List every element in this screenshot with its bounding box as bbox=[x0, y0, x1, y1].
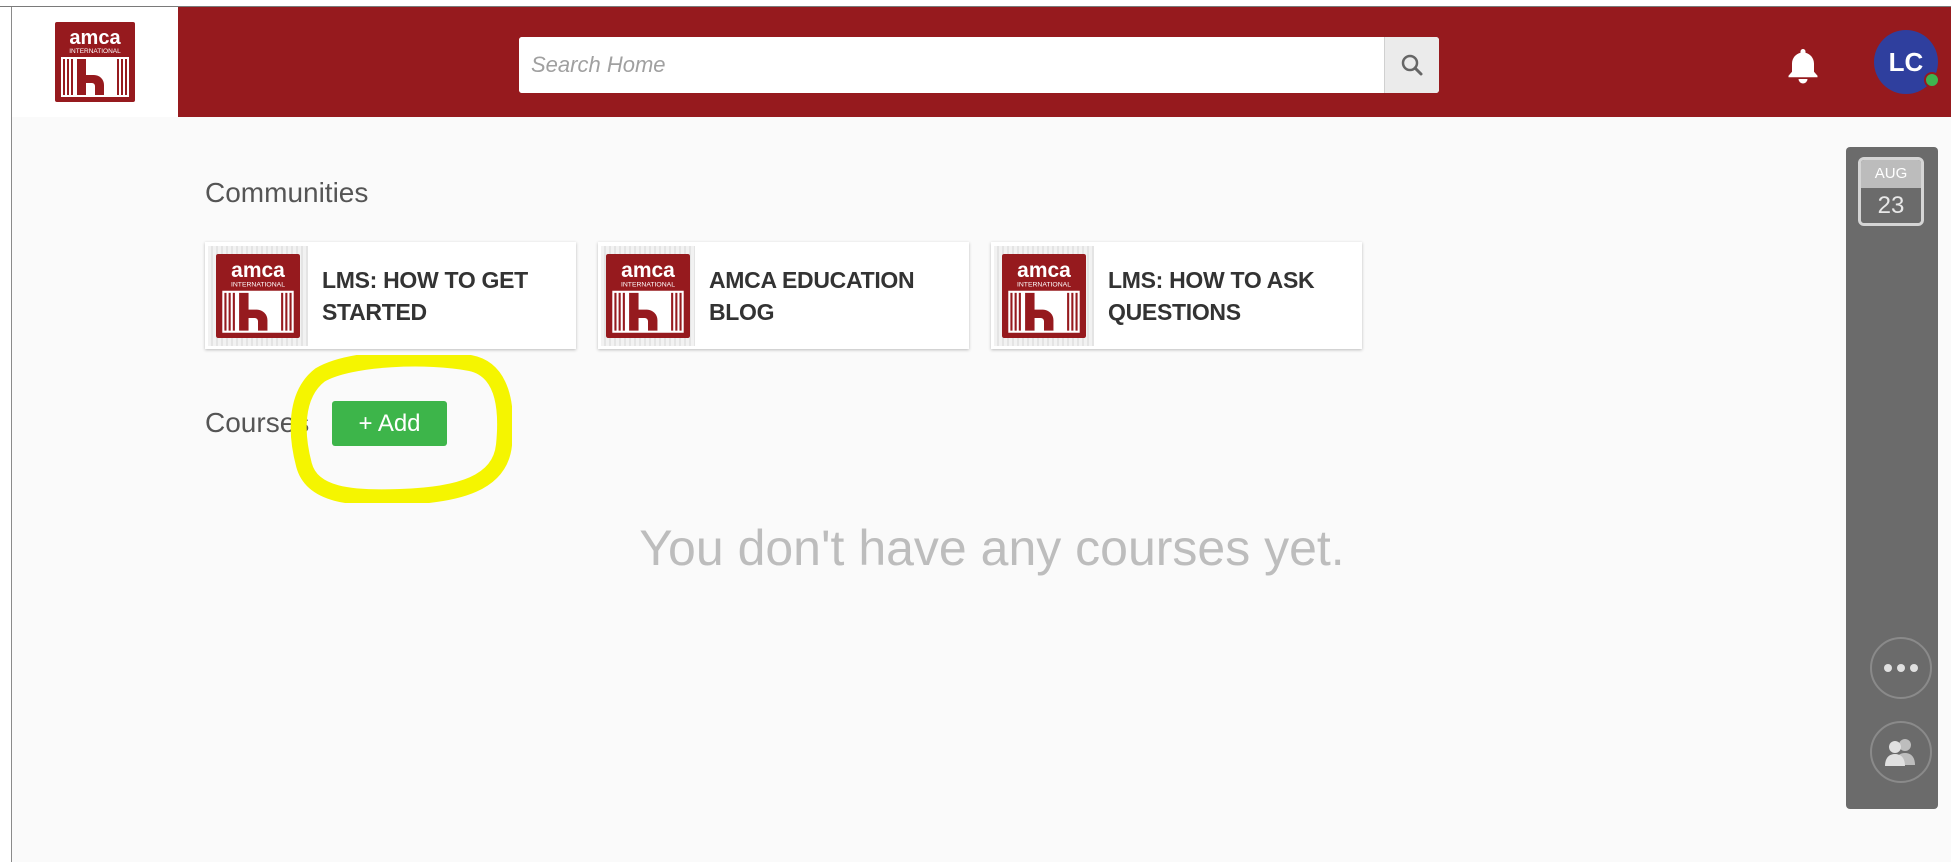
amca-logo-icon: amca INTERNATIONAL bbox=[605, 253, 690, 338]
calendar-day: 23 bbox=[1861, 188, 1921, 223]
courses-heading: Courses bbox=[205, 407, 310, 438]
community-thumbnail: amca INTERNATIONAL bbox=[994, 245, 1094, 346]
label-line: AMCA EDUCATION BLOG bbox=[708, 266, 915, 325]
community-card-lms-ask-questions[interactable]: amca INTERNATIONAL LMS: HOW TO ASK QUEST… bbox=[991, 242, 1362, 349]
logo-text-sub: INTERNATIONAL bbox=[1017, 281, 1071, 288]
community-card-education-blog[interactable]: amca INTERNATIONAL AMCA EDUCATION BLOG bbox=[598, 242, 969, 349]
label-line: QUESTIONS bbox=[1108, 298, 1241, 325]
search-icon bbox=[1401, 54, 1423, 76]
community-card-label: AMCA EDUCATION BLOG bbox=[709, 264, 969, 328]
search-bar bbox=[519, 37, 1439, 93]
window-left-border bbox=[0, 7, 12, 862]
logo-text-sub: INTERNATIONAL bbox=[621, 281, 675, 288]
community-thumbnail: amca INTERNATIONAL bbox=[601, 245, 695, 346]
search-input[interactable] bbox=[519, 37, 1384, 93]
logo-text-main: amca bbox=[69, 27, 121, 49]
add-course-button[interactable]: + Add bbox=[332, 401, 447, 446]
communities-heading: Communities bbox=[205, 177, 369, 208]
user-initials: LC bbox=[1888, 46, 1924, 77]
top-header: amca INTERNATIONAL Search Home LC bbox=[12, 7, 1951, 117]
user-avatar[interactable]: LC bbox=[1874, 30, 1940, 94]
label-line: LMS: HOW TO GET bbox=[322, 266, 528, 293]
people-button[interactable] bbox=[1870, 721, 1932, 783]
window-top-border bbox=[0, 0, 1951, 7]
home-logo-link[interactable]: amca INTERNATIONAL bbox=[12, 7, 178, 117]
amca-logo-icon: amca INTERNATIONAL bbox=[1002, 253, 1086, 338]
community-thumbnail: amca INTERNATIONAL bbox=[208, 245, 308, 346]
right-side-rail bbox=[1846, 147, 1938, 809]
online-status-indicator bbox=[1924, 72, 1940, 88]
amca-logo-icon: amca INTERNATIONAL bbox=[216, 253, 300, 338]
app-container: amca INTERNATIONAL Search Home LC Commun… bbox=[12, 7, 1951, 862]
empty-courses-message: You don't have any courses yet. bbox=[639, 520, 1345, 576]
logo-text-main: amca bbox=[621, 259, 675, 282]
calendar-month: AUG bbox=[1861, 160, 1921, 188]
logo-text-main: amca bbox=[1017, 259, 1071, 282]
logo-text-main: amca bbox=[231, 259, 285, 282]
label-line: LMS: HOW TO ASK bbox=[1108, 266, 1315, 293]
bell-icon bbox=[1788, 49, 1818, 84]
community-card-label: LMS: HOW TO ASK QUESTIONS bbox=[1108, 264, 1315, 328]
more-options-button[interactable] bbox=[1870, 637, 1932, 699]
ellipsis-icon bbox=[1884, 664, 1918, 672]
community-card-label: LMS: HOW TO GET STARTED bbox=[322, 264, 528, 328]
people-icon bbox=[1885, 739, 1915, 766]
logo-text-sub: INTERNATIONAL bbox=[231, 281, 285, 288]
label-line: STARTED bbox=[322, 298, 427, 325]
notifications-button[interactable] bbox=[1782, 43, 1824, 87]
community-card-lms-get-started[interactable]: amca INTERNATIONAL LMS: HOW TO GET START… bbox=[205, 242, 576, 349]
calendar-widget[interactable]: AUG 23 bbox=[1858, 157, 1924, 226]
search-button[interactable] bbox=[1384, 37, 1439, 93]
amca-logo-icon: amca INTERNATIONAL bbox=[55, 22, 135, 102]
logo-text-sub: INTERNATIONAL bbox=[69, 48, 121, 55]
